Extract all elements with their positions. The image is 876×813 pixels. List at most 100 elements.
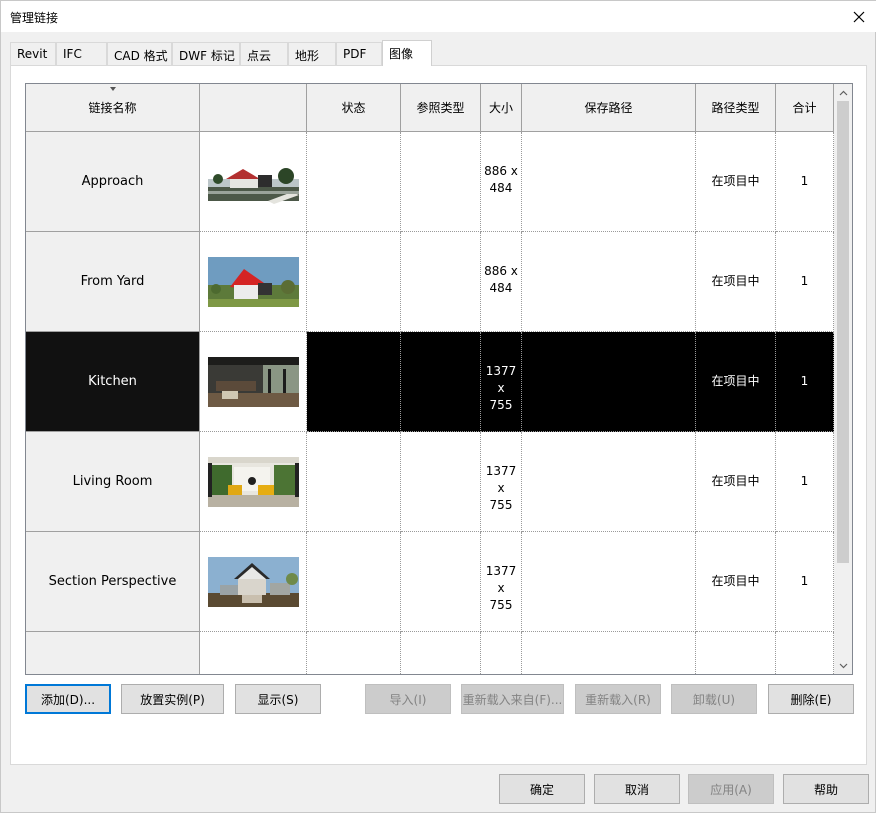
size-cell-empty	[481, 632, 522, 674]
help-button[interactable]: 帮助	[783, 774, 869, 804]
tab-ifc[interactable]: IFC	[56, 42, 107, 65]
table-row-selected[interactable]: Kitchen 1377 x 755 在项目中 1	[26, 332, 834, 432]
column-header-count[interactable]: 合计	[776, 84, 834, 132]
link-name-cell[interactable]: From Yard	[26, 232, 200, 332]
thumbnail-cell	[200, 232, 307, 332]
import-button[interactable]: 导入(I)	[365, 684, 451, 714]
close-button[interactable]	[841, 1, 876, 32]
approach-image-thumbnail	[207, 156, 299, 207]
sort-descending-icon	[109, 87, 116, 91]
tab-point-clouds[interactable]: 点云	[240, 42, 288, 65]
link-name-cell[interactable]: Section Perspective	[26, 532, 200, 632]
saved-path-cell	[522, 532, 696, 632]
table-row[interactable]: Living Room 1377 x 755 在项目中 1	[26, 432, 834, 532]
reference-type-cell-empty	[401, 632, 481, 674]
place-instance-button[interactable]: 放置实例(P)	[121, 684, 224, 714]
tab-dwf-markups[interactable]: DWF 标记	[172, 42, 240, 65]
thumbnail-cell	[200, 532, 307, 632]
path-type-cell-empty	[696, 632, 776, 674]
count-cell: 1	[776, 332, 834, 432]
unload-button[interactable]: 卸载(U)	[671, 684, 757, 714]
path-type-cell: 在项目中	[696, 432, 776, 532]
column-header-thumbnail[interactable]	[200, 84, 307, 132]
tab-revit[interactable]: Revit	[10, 42, 56, 65]
column-header-size[interactable]: 大小	[481, 84, 522, 132]
link-name-cell[interactable]: Kitchen	[26, 332, 200, 432]
thumbnail-cell	[200, 132, 307, 232]
tab-cad-formats[interactable]: CAD 格式	[107, 42, 172, 65]
chevron-down-icon	[839, 663, 847, 668]
status-cell	[307, 132, 401, 232]
count-cell-empty	[776, 632, 834, 674]
cancel-button[interactable]: 取消	[594, 774, 680, 804]
title-bar: 管理链接	[1, 1, 876, 32]
thumbnail-cell	[200, 332, 307, 432]
status-cell	[307, 432, 401, 532]
status-cell-empty	[307, 632, 401, 674]
section-perspective-image-thumbnail	[207, 556, 299, 607]
path-type-cell: 在项目中	[696, 532, 776, 632]
reference-type-cell	[401, 432, 481, 532]
table-row[interactable]: Section Perspective 1377 x 755 在项目中 1	[26, 532, 834, 632]
saved-path-cell	[522, 232, 696, 332]
path-type-cell: 在项目中	[696, 132, 776, 232]
living-room-image-thumbnail	[207, 456, 299, 507]
count-cell: 1	[776, 232, 834, 332]
count-cell: 1	[776, 532, 834, 632]
tab-pdf[interactable]: PDF	[336, 42, 382, 65]
status-cell	[307, 532, 401, 632]
kitchen-image-thumbnail	[207, 356, 299, 407]
add-button[interactable]: 添加(D)...	[25, 684, 111, 714]
path-type-cell: 在项目中	[696, 332, 776, 432]
size-cell: 886 x 484	[481, 232, 522, 332]
scroll-down-button[interactable]	[834, 657, 852, 674]
apply-button[interactable]: 应用(A)	[688, 774, 774, 804]
table-row[interactable]: Approach 886 x 484 在项目中 1	[26, 132, 834, 232]
reference-type-cell	[401, 232, 481, 332]
size-cell: 1377 x 755	[481, 532, 522, 632]
close-icon	[853, 11, 865, 22]
column-header-status[interactable]: 状态	[307, 84, 401, 132]
saved-path-cell	[522, 332, 696, 432]
path-type-cell: 在项目中	[696, 232, 776, 332]
thumbnail-cell	[200, 432, 307, 532]
ok-button[interactable]: 确定	[499, 774, 585, 804]
reference-type-cell	[401, 132, 481, 232]
tab-strip: Revit IFC CAD 格式 DWF 标记 点云 地形 PDF 图像	[10, 40, 875, 66]
scroll-up-button[interactable]	[834, 84, 852, 101]
column-header-reference-type[interactable]: 参照类型	[401, 84, 481, 132]
tab-topography[interactable]: 地形	[288, 42, 336, 65]
tab-images[interactable]: 图像	[382, 40, 432, 66]
window-title: 管理链接	[10, 11, 59, 25]
link-name-cell[interactable]: Approach	[26, 132, 200, 232]
table-row[interactable]: From Yard 886 x 484 在项目中 1	[26, 232, 834, 332]
links-table[interactable]: 链接名称 状态 参照类型 大小 保存路径 路径类型 合计 Approach 88…	[25, 83, 853, 675]
saved-path-cell-empty	[522, 632, 696, 674]
reload-button[interactable]: 重新载入(R)	[575, 684, 661, 714]
reload-from-button[interactable]: 重新载入来自(F)...	[461, 684, 564, 714]
link-name-cell[interactable]: Living Room	[26, 432, 200, 532]
status-cell	[307, 332, 401, 432]
saved-path-cell	[522, 432, 696, 532]
status-cell	[307, 232, 401, 332]
reference-type-cell	[401, 332, 481, 432]
size-cell: 1377 x 755	[481, 332, 522, 432]
column-header-saved-path[interactable]: 保存路径	[522, 84, 696, 132]
column-header-link-name[interactable]: 链接名称	[26, 84, 200, 132]
column-header-label: 链接名称	[88, 101, 137, 115]
link-name-cell-empty	[26, 632, 200, 674]
saved-path-cell	[522, 132, 696, 232]
from-yard-image-thumbnail	[207, 256, 299, 307]
vertical-scrollbar[interactable]	[834, 84, 852, 674]
size-cell: 886 x 484	[481, 132, 522, 232]
thumbnail-cell-empty	[200, 632, 307, 674]
delete-button[interactable]: 删除(E)	[768, 684, 854, 714]
show-button[interactable]: 显示(S)	[235, 684, 321, 714]
chevron-up-icon	[839, 90, 847, 95]
reference-type-cell	[401, 532, 481, 632]
column-header-path-type[interactable]: 路径类型	[696, 84, 776, 132]
scrollbar-thumb[interactable]	[837, 101, 849, 563]
size-cell: 1377 x 755	[481, 432, 522, 532]
table-row-empty	[26, 632, 834, 674]
count-cell: 1	[776, 432, 834, 532]
